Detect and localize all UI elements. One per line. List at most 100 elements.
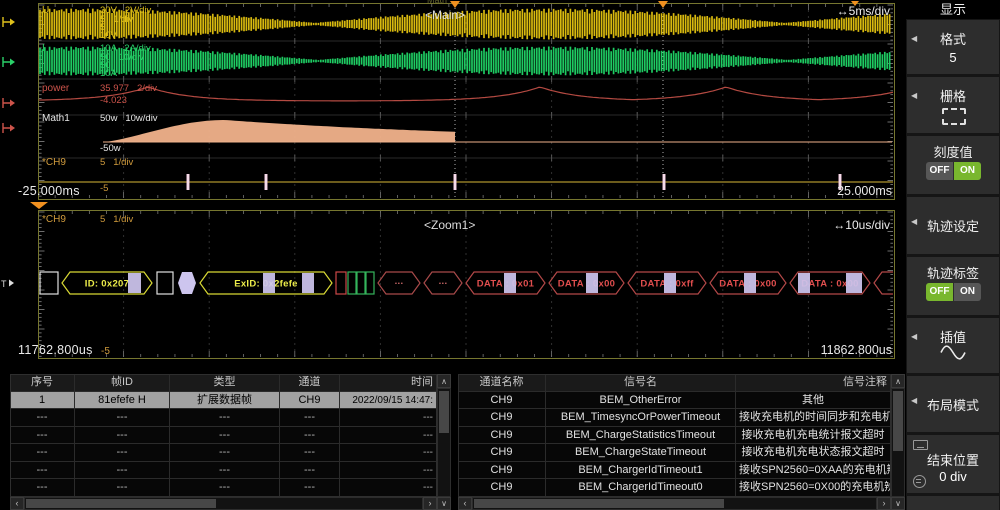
table-cell[interactable]: 接收充电机充电状态报文超时 [736, 444, 891, 462]
decode-bit-cursor [798, 273, 810, 293]
table-cell[interactable]: BEM_OtherError [546, 392, 736, 410]
table-cell[interactable]: --- [75, 409, 170, 427]
table-cell[interactable]: CH9 [458, 444, 546, 462]
table-cell[interactable]: BEM_ChargeStatisticsTimeout [546, 427, 736, 445]
main-time-right: 25.000ms [800, 185, 892, 198]
zoom-lower-value: -5 [101, 347, 110, 358]
sidebar-panel-轨迹设定[interactable]: ◀轨迹设定 [907, 197, 999, 254]
toggle-segment-on[interactable]: ON [954, 283, 981, 301]
table-cell[interactable]: --- [340, 444, 437, 462]
table-cell[interactable]: --- [10, 479, 75, 497]
endpos-label: 结束位置 [907, 450, 999, 469]
channel-scale-line: -5 [100, 184, 108, 194]
table-cell[interactable]: --- [280, 409, 340, 427]
h-scroll-thumb[interactable] [26, 499, 216, 508]
table-cell[interactable]: --- [280, 462, 340, 480]
table-cell[interactable]: --- [75, 479, 170, 497]
scroll-right-button[interactable]: › [423, 497, 437, 510]
power-position-marker [3, 98, 15, 108]
column-header: 帧ID [75, 374, 170, 392]
decode-frame [348, 272, 356, 294]
channel-name-U: U [42, 6, 49, 17]
decode-frame [40, 272, 58, 294]
table-cell[interactable]: --- [170, 427, 280, 445]
channel-name-power: power [42, 84, 69, 95]
table-cell[interactable]: --- [75, 427, 170, 445]
table-cell[interactable]: --- [280, 479, 340, 497]
table-cell[interactable]: CH9 [458, 409, 546, 427]
table-cell[interactable]: --- [280, 427, 340, 445]
channel-name-I: I [42, 44, 45, 55]
scroll-up-button[interactable]: ∧ [891, 374, 905, 388]
table-cell[interactable]: 81efefe H [75, 392, 170, 410]
oscilloscope-screen: { "scope": { "main": { "faded_label": "M… [0, 0, 1000, 510]
table-cell[interactable]: 接收充电机充电统计报文超时 [736, 427, 891, 445]
table-cell[interactable]: CH9 [458, 479, 546, 497]
toggle-segment-off[interactable]: OFF [926, 283, 953, 301]
table-cell[interactable]: --- [75, 462, 170, 480]
table-cell[interactable]: 扩展数据帧 [170, 392, 280, 410]
decode-frame-label: ID: 0x207 [85, 279, 129, 290]
v-scroll-thumb[interactable] [893, 391, 903, 451]
channel-scale-line: 50w 10w/div [100, 114, 158, 124]
toggle-刻度值[interactable]: OFFON [926, 162, 981, 180]
table-cell[interactable]: 2022/09/15 14:47: [340, 392, 437, 410]
table-cell[interactable]: 其他 [736, 392, 891, 410]
scroll-down-button[interactable]: ∨ [891, 497, 905, 510]
zoom-trigger-marker: T [1, 279, 14, 289]
sidebar-panel-刻度值[interactable]: 刻度值OFFON [907, 136, 999, 194]
table-cell[interactable]: CH9 [458, 427, 546, 445]
table-cell[interactable]: 1 [10, 392, 75, 410]
table-cell[interactable]: --- [10, 409, 75, 427]
table-cell[interactable]: BEM_ChargerIdTimeout1 [546, 462, 736, 480]
sidebar-panel-轨迹标签[interactable]: 轨迹标签OFFON [907, 257, 999, 315]
toggle-segment-off[interactable]: OFF [926, 162, 953, 180]
table-cell[interactable]: BEM_ChargeStateTimeout [546, 444, 736, 462]
table-cell[interactable]: BEM_ChargerIdTimeout0 [546, 479, 736, 497]
table-cell[interactable]: --- [170, 462, 280, 480]
table-cell[interactable]: --- [10, 444, 75, 462]
column-header: 信号名 [546, 374, 736, 392]
sidebar-panel-插值[interactable]: ◀插值 [907, 318, 999, 373]
table-cell[interactable]: --- [170, 409, 280, 427]
channel-scale-line: 5 1/div [100, 158, 133, 168]
sidebar-panel-布局模式[interactable]: ◀布局模式 [907, 376, 999, 432]
sidebar-panel-格式[interactable]: ◀格式5 [907, 20, 999, 74]
table-cell[interactable]: 接收充电机的时间同步和充电机最大输出 [736, 409, 891, 427]
h-scroll-thumb[interactable] [474, 499, 724, 508]
table-cell[interactable]: --- [75, 444, 170, 462]
scroll-right-button[interactable]: › [877, 497, 891, 510]
table-cell[interactable]: --- [280, 444, 340, 462]
table-cell[interactable]: 接收SPN2560=0XAA的充电机辨识报 [736, 462, 891, 480]
scroll-up-button[interactable]: ∧ [437, 374, 451, 388]
table-cell[interactable]: CH9 [458, 392, 546, 410]
zoom-scale-label: 5 1/div [100, 215, 133, 225]
jog-knob-icon [913, 475, 926, 488]
sidebar-panel-结束位置[interactable]: 结束位置0 div [907, 435, 999, 493]
settings-sidebar: 显示 ◀格式5◀栅格刻度值OFFON◀轨迹设定轨迹标签OFFON◀插值◀布局模式… [906, 0, 1000, 510]
table-cell[interactable]: --- [10, 427, 75, 445]
table-cell[interactable]: 接收SPN2560=0X00的充电机辨识报 [736, 479, 891, 497]
sidebar-panel-栅格[interactable]: ◀栅格 [907, 77, 999, 133]
table-cell[interactable]: --- [340, 409, 437, 427]
table-cell[interactable]: --- [10, 462, 75, 480]
v-scroll-thumb[interactable] [439, 391, 449, 433]
table-cell[interactable]: --- [170, 479, 280, 497]
svg-text:T: T [1, 279, 7, 289]
column-header: 类型 [170, 374, 280, 392]
table-cell[interactable]: --- [170, 444, 280, 462]
table-cell[interactable]: --- [340, 479, 437, 497]
main-window-label: <Main> [425, 9, 465, 22]
interpolation-sine-icon [907, 345, 999, 361]
table-cell[interactable]: BEM_TimesyncOrPowerTimeout [546, 409, 736, 427]
scroll-down-button[interactable]: ∨ [437, 497, 451, 510]
scroll-left-button[interactable]: ‹ [10, 497, 24, 510]
table-cell[interactable]: --- [340, 427, 437, 445]
decode-cursor-block [178, 272, 196, 294]
table-cell[interactable]: CH9 [280, 392, 340, 410]
toggle-轨迹标签[interactable]: OFFON [926, 283, 981, 301]
table-cell[interactable]: --- [340, 462, 437, 480]
scroll-left-button[interactable]: ‹ [458, 497, 472, 510]
table-cell[interactable]: CH9 [458, 462, 546, 480]
toggle-segment-on[interactable]: ON [954, 162, 981, 180]
